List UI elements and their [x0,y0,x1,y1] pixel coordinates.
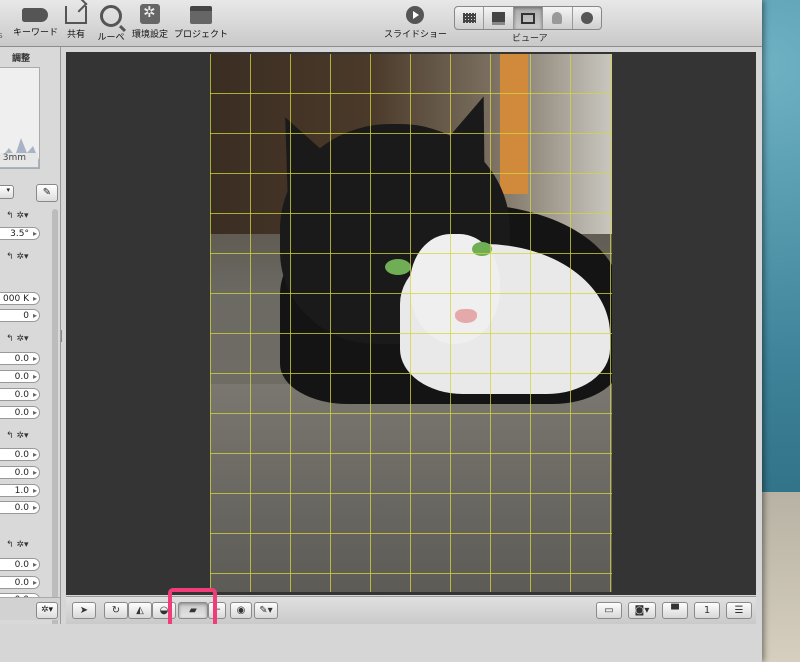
camera-info-button[interactable]: ◙▾ [628,602,656,619]
share-label: 共有 [66,30,85,40]
places-view-button[interactable] [573,7,601,29]
window-bottom-area [0,624,762,662]
selection-tool-button[interactable]: ➤ [72,602,96,619]
single-view-button[interactable] [513,7,544,29]
reset-icon: ↰ [6,211,14,221]
straighten-grid-overlay [210,54,612,592]
grid-view-button[interactable] [455,7,485,29]
redeye-tool-button[interactable]: ◉ [230,602,252,619]
eye-icon: ◉ [236,605,246,616]
single-viewer-button[interactable]: 1 [694,602,720,619]
highlight-annotation [168,588,217,629]
grid-view-icon [462,13,476,23]
rotate-icon: ↻ [111,605,121,616]
person-icon [552,12,563,24]
levels-field-2[interactable]: 0.0 [0,576,40,589]
image-viewer [66,52,756,595]
inspector-action-button[interactable]: ✲▾ [36,602,58,619]
brightness-field[interactable]: 0.0 [0,406,40,419]
definition-field[interactable]: 0.0 [0,466,40,479]
levels-header-controls[interactable]: ↰ ✲▾ [6,540,28,550]
slideshow-label: スライドショー [384,30,448,40]
wb-header-controls[interactable]: ↰ ✲▾ [6,252,28,262]
black-point-field[interactable]: 0.0 [0,388,40,401]
project-label: プロジェクト [174,30,229,40]
keyword-button[interactable]: キーワード [13,4,59,38]
adjustments-inspector: 調整 3mm ▾ ✎ ↰ ✲▾ 3.5° ↰ ✲▾ 000 K 0 ↰ ✲▾ 0… [0,47,61,662]
gear-icon: ✲▾ [40,605,54,615]
tag-icon [22,8,48,22]
lift-tool-button[interactable]: ◭ [128,602,152,619]
auto-enhance-button[interactable]: ✎ [36,184,58,202]
inspector-scrollbar[interactable] [52,209,58,629]
filmstrip-icon: ▀ [671,605,679,616]
presets-dropdown[interactable]: ▾ [0,185,14,199]
list-view-button[interactable]: ☰ [726,602,752,619]
enhance-header-controls[interactable]: ↰ ✲▾ [6,431,28,441]
project-button[interactable]: プロジェクト [174,4,228,40]
keyword-label: キーワード [13,28,59,38]
viewer-label: ビューア [512,34,548,44]
gear-icon [140,3,160,24]
number-one-icon: 1 [703,605,711,616]
faces-view-button[interactable] [543,7,573,29]
play-icon [406,6,424,24]
slideshow-button[interactable]: スライドショー [384,4,448,40]
exposure-header-controls[interactable]: ↰ ✲▾ [6,334,28,344]
globe-icon [580,12,593,24]
reset-icon: ↰ [6,334,14,344]
vibrancy-field[interactable]: 0.0 [0,501,40,514]
inspector-bottom-bar: ✲▾ [0,597,60,620]
loupe-icon [100,5,122,27]
arrow-cursor-icon: ➤ [79,605,89,616]
gear-icon: ✲▾ [16,431,29,441]
share-icon [65,6,87,24]
viewer-mode-segmented [454,6,602,30]
main-toolbar: s キーワード 共有 ルーペ 環境設定 プロジェクト スライドショー [0,0,762,47]
project-icon [190,6,212,24]
straighten-header-controls[interactable]: ↰ ✲▾ [6,211,28,221]
recovery-field[interactable]: 0.0 [0,370,40,383]
loupe-label: ルーペ [97,33,125,43]
share-button[interactable]: 共有 [62,4,90,40]
gear-icon: ✲▾ [16,211,29,221]
lift-icon: ◭ [136,605,144,616]
cat-photo [210,54,612,592]
rotate-tool-button[interactable]: ↻ [104,602,128,619]
preferences-button[interactable]: 環境設定 [131,3,169,40]
temperature-field[interactable]: 000 K [0,292,40,305]
wand-icon: ✎ [42,187,52,198]
show-metadata-button[interactable]: ▭ [596,602,622,619]
reset-icon: ↰ [6,252,14,262]
straighten-angle-field[interactable]: 3.5° [0,227,40,240]
exposure-field[interactable]: 0.0 [0,352,40,365]
filmstrip-toggle-button[interactable]: ▀ [662,602,688,619]
list-icon: ☰ [734,605,744,616]
saturation-field[interactable]: 1.0 [0,484,40,497]
brush-icon: ✎▾ [259,605,273,616]
preferences-label: 環境設定 [131,30,168,40]
gear-icon: ✲▾ [16,334,29,344]
reset-icon: ↰ [6,431,14,441]
camera-icon: ◙▾ [634,605,650,616]
loupe-button[interactable]: ルーペ [96,4,126,43]
filmstrip-icon [492,11,506,25]
single-image-icon [521,12,536,24]
reset-icon: ↰ [6,540,14,550]
gear-icon: ✲▾ [16,252,29,262]
brush-tool-button[interactable]: ✎▾ [254,602,278,619]
filmstrip-view-button[interactable] [484,7,514,29]
tint-field[interactable]: 0 [0,309,40,322]
levels-field-1[interactable]: 0.0 [0,558,40,571]
histogram-caption: 3mm [0,153,38,167]
gear-icon: ✲▾ [16,540,29,550]
inspector-title: 調整 [12,54,31,64]
aperture-window: s キーワード 共有 ルーペ 環境設定 プロジェクト スライドショー [0,0,762,662]
metadata-icon: ▭ [604,605,614,616]
contrast-field[interactable]: 0.0 [0,448,40,461]
